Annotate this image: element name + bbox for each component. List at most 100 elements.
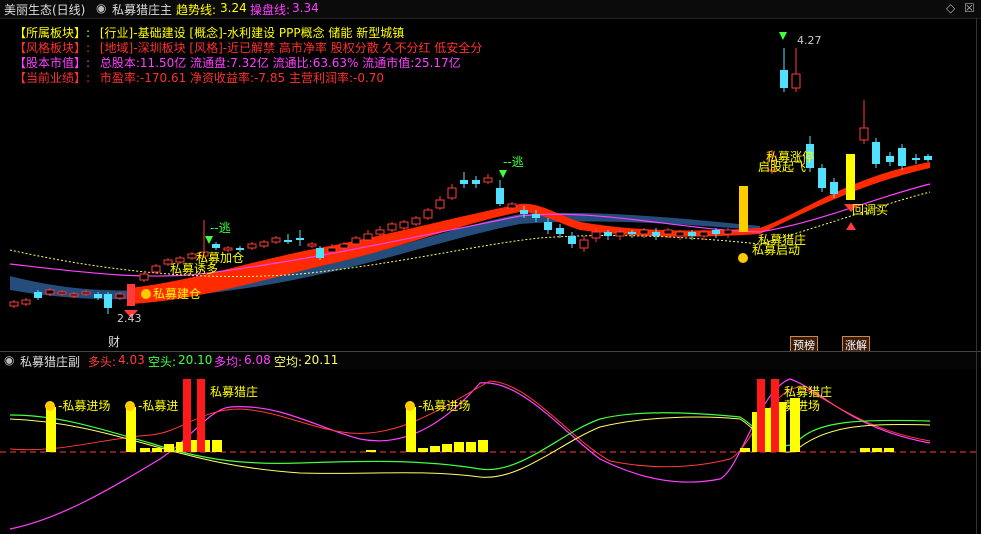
candle-body [351, 237, 361, 245]
candle-body [639, 229, 649, 235]
candle-body [45, 289, 55, 295]
candle-body [259, 241, 269, 247]
hunt-pillar-2b [771, 379, 779, 452]
volume-bar [126, 407, 136, 452]
candle-body [688, 232, 696, 236]
candle-body [94, 294, 102, 298]
long-value: 4.03 [118, 353, 145, 367]
candle-body [139, 273, 149, 281]
candle-body [532, 214, 540, 218]
sub-title[interactable]: 私募猎庄副 [20, 353, 80, 370]
candle-body [284, 240, 292, 242]
candle-body [460, 180, 468, 184]
long-label: 多头: [88, 355, 117, 369]
volume-bar [478, 440, 488, 452]
candle-body [423, 209, 433, 219]
candle-body [57, 291, 67, 295]
volume-bar [884, 448, 894, 452]
money-bag-icon-1 [45, 401, 55, 411]
money-bag-icon-2 [125, 401, 135, 411]
candle-body [387, 223, 397, 231]
candle-body [872, 142, 880, 164]
volume-bar [430, 446, 440, 452]
candle-body [375, 229, 385, 235]
candle-body [327, 247, 337, 253]
sub-hunt-1: 私募猎庄 [210, 384, 258, 399]
signal-add: 私募加仓 [196, 251, 244, 265]
volume-bar [140, 448, 150, 452]
sub-enter-2: -私募进 [138, 399, 178, 413]
candle-body [104, 294, 112, 308]
volume-bar [406, 407, 416, 452]
chart-title-bar: 美丽生态(日线) ◉ 私募猎庄主 趋势线: 3.24 操盘线: 3.34 ◇ ☒ [0, 0, 981, 19]
control-value: 3.34 [292, 1, 319, 15]
candle-body [859, 127, 869, 141]
sub-toggle-icon[interactable]: ◉ [4, 353, 14, 367]
candle-body [247, 243, 257, 249]
short-value: 20.10 [178, 353, 213, 367]
candle-body [818, 168, 826, 188]
blue-band [10, 212, 760, 300]
candle-body [307, 243, 317, 247]
sub-indicator-chart[interactable]: 私募猎庄 私募猎庄 -私募进场 -私募进 -私募进场 募进场 [0, 369, 976, 534]
candle-body [435, 199, 445, 209]
candle-body [780, 70, 788, 88]
candle-body [615, 231, 625, 237]
volume-bar [212, 440, 222, 452]
candle-body [236, 248, 244, 250]
close-icon[interactable]: ☒ [964, 1, 975, 15]
hunt-pillar-1b [197, 379, 205, 452]
candle-body [924, 156, 932, 160]
candle-body [886, 156, 894, 162]
price-high-label: 4.27 [797, 34, 822, 47]
candle-body [898, 148, 906, 166]
long-avg-value: 6.08 [244, 353, 271, 367]
candles-group [9, 48, 932, 314]
buy-arrow-icon [846, 222, 856, 230]
diamond-icon[interactable]: ◇ [946, 1, 955, 15]
main-kline-chart[interactable]: 私募建仓 2.43 私募诱多 私募加仓 --逃 --逃 4.27 私募猎庄 私募… [0, 18, 976, 351]
candle-body [791, 73, 801, 89]
candle-body [830, 182, 838, 194]
short-label: 空头: [148, 355, 177, 369]
trend-label: 趋势线: [176, 3, 217, 17]
candle-body [115, 293, 125, 299]
candle-body [652, 232, 660, 236]
candle-body [663, 229, 673, 235]
candle-body [556, 228, 564, 234]
volume-bar [872, 448, 882, 452]
candle-body [296, 238, 304, 240]
signal-firststart: 启股起飞 [758, 160, 806, 174]
indicator-toggle-icon[interactable]: ◉ [96, 1, 106, 15]
candle-body [69, 293, 79, 297]
candle-body [447, 187, 457, 199]
short-avg-label: 空均: [274, 355, 303, 369]
candle-body [544, 222, 552, 230]
escape-arrow-icon-3 [779, 32, 787, 40]
candle-body [271, 237, 281, 243]
finance-marker[interactable]: 财 [108, 335, 120, 349]
volume-bar [442, 444, 452, 452]
signal-escape-2: --逃 [503, 155, 524, 169]
candle-body [187, 253, 197, 259]
candle-body [21, 299, 31, 305]
indicator-name[interactable]: 私募猎庄主 [112, 1, 172, 18]
sub-hunt-2: 私募猎庄 [784, 384, 832, 399]
trend-value: 3.24 [220, 1, 247, 15]
signal-start: 私募启动 [752, 243, 800, 257]
candle-body [520, 210, 528, 214]
build-signal-bar [127, 284, 135, 306]
candle-body [9, 301, 19, 307]
sub-enter-1: -私募进场 [58, 399, 110, 413]
sub-panel-header: ◉ 私募猎庄副 多头: 4.03 空头: 20.10 多均: 6.08 空均: … [0, 351, 981, 369]
volume-bar [164, 444, 174, 452]
signal-adjust: 回调买 [852, 203, 888, 217]
candle-body [628, 232, 636, 234]
candle-body [699, 231, 709, 237]
adjust-signal-bar [846, 154, 855, 200]
candle-body [723, 229, 733, 235]
candle-body [483, 177, 493, 183]
price-low-label: 2.43 [117, 312, 142, 325]
candle-body [591, 231, 601, 239]
stock-title[interactable]: 美丽生态(日线) [4, 1, 85, 18]
